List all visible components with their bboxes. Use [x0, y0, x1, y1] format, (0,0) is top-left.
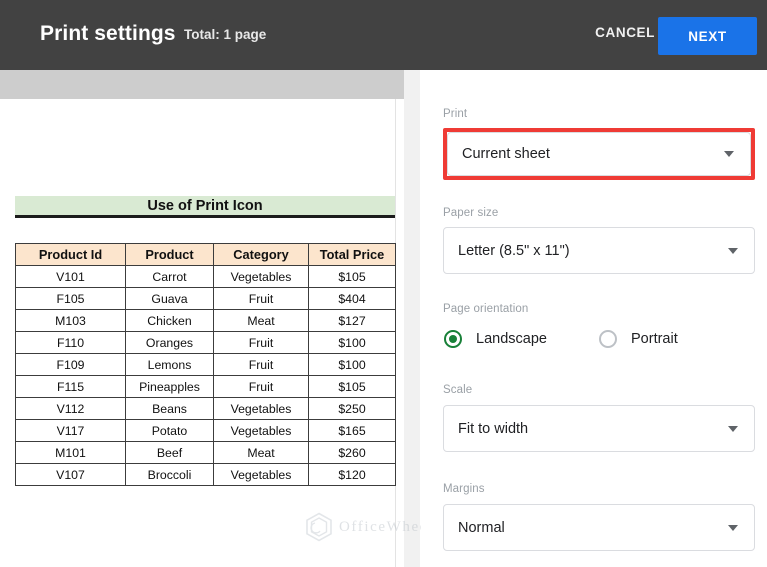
next-button[interactable]: NEXT	[658, 17, 757, 55]
table-row: F110 Oranges Fruit $100	[15, 331, 396, 354]
table-cell: Carrot	[125, 265, 214, 288]
table-cell: Beans	[125, 397, 214, 420]
table-cell: Pineapples	[125, 375, 214, 398]
table-row: F109 Lemons Fruit $100	[15, 353, 396, 376]
paper-size-label: Paper size	[443, 207, 499, 219]
table-cell: Fruit	[213, 287, 309, 310]
table-cell: F110	[15, 331, 126, 354]
table-cell: V101	[15, 265, 126, 288]
table-cell: Potato	[125, 419, 214, 442]
print-settings-dialog: Print settings Total: 1 page CANCEL NEXT…	[0, 0, 767, 567]
scale-value: Fit to width	[458, 420, 529, 437]
radio-landscape[interactable]: Landscape	[444, 330, 547, 348]
table-row: M103 Chicken Meat $127	[15, 309, 396, 332]
table-cell: $100	[308, 331, 396, 354]
table-cell: Oranges	[125, 331, 214, 354]
table-cell: V112	[15, 397, 126, 420]
print-label: Print	[443, 108, 468, 120]
radio-portrait-label: Portrait	[631, 331, 678, 347]
table-cell: F105	[15, 287, 126, 310]
margins-label: Margins	[443, 483, 485, 495]
table-cell: Chicken	[125, 309, 214, 332]
preview-scrollbar[interactable]	[404, 70, 420, 567]
table-cell: Vegetables	[213, 265, 309, 288]
table-cell: Broccoli	[125, 463, 214, 486]
radio-portrait[interactable]: Portrait	[599, 330, 678, 348]
table-cell: $100	[308, 353, 396, 376]
table-cell: Beef	[125, 441, 214, 464]
table-column-header: Category	[213, 243, 309, 266]
page-orientation-label: Page orientation	[443, 303, 529, 315]
table-row: V112 Beans Vegetables $250	[15, 397, 396, 420]
table-cell: $105	[308, 375, 396, 398]
table-row: V117 Potato Vegetables $165	[15, 419, 396, 442]
print-settings-panel: Print Current sheet Paper size Letter (8…	[421, 70, 767, 567]
preview-data-table: Product Id Product Category Total Price V10…	[15, 243, 396, 486]
table-row: F105 Guava Fruit $404	[15, 287, 396, 310]
print-select[interactable]: Current sheet	[447, 132, 751, 176]
table-row: V101 Carrot Vegetables $105	[15, 265, 396, 288]
table-cell: F109	[15, 353, 126, 376]
print-select-value: Current sheet	[462, 146, 550, 162]
paper-size-value: Letter (8.5" x 11")	[458, 242, 570, 259]
chevron-down-icon	[728, 425, 738, 432]
sheet-title: Use of Print Icon	[147, 197, 263, 214]
table-cell: Meat	[213, 309, 309, 332]
table-cell: M101	[15, 441, 126, 464]
table-cell: $120	[308, 463, 396, 486]
radio-portrait-button[interactable]	[599, 330, 617, 348]
table-cell: Guava	[125, 287, 214, 310]
table-row: V107 Broccoli Vegetables $120	[15, 463, 396, 486]
table-row: M101 Beef Meat $260	[15, 441, 396, 464]
table-cell: Vegetables	[213, 397, 309, 420]
cancel-button[interactable]: CANCEL	[595, 25, 655, 40]
table-column-header: Total Price	[308, 243, 396, 266]
chevron-down-icon	[724, 151, 734, 157]
chevron-down-icon	[728, 524, 738, 531]
table-header-row: Product Id Product Category Total Price	[15, 243, 396, 266]
table-cell: $404	[308, 287, 396, 310]
table-cell: Vegetables	[213, 463, 309, 486]
dialog-header: Print settings Total: 1 page CANCEL NEXT	[0, 0, 767, 70]
page-count-label: Total: 1 page	[184, 27, 267, 42]
table-cell: V107	[15, 463, 126, 486]
page-title: Print settings	[40, 22, 176, 45]
table-cell: Fruit	[213, 331, 309, 354]
table-cell: $127	[308, 309, 396, 332]
table-cell: Fruit	[213, 353, 309, 376]
table-cell: $250	[308, 397, 396, 420]
sheet-title-band: Use of Print Icon	[15, 196, 395, 218]
table-body: V101 Carrot Vegetables $105 F105 Guava Fruit $4…	[15, 265, 396, 486]
table-cell: Lemons	[125, 353, 214, 376]
table-cell: V117	[15, 419, 126, 442]
radio-landscape-label: Landscape	[476, 331, 547, 347]
paper-size-select[interactable]: Letter (8.5" x 11")	[443, 227, 755, 274]
preview-top-band	[0, 70, 404, 99]
table-cell: F115	[15, 375, 126, 398]
table-cell: $105	[308, 265, 396, 288]
table-column-header: Product	[125, 243, 214, 266]
table-row: F115 Pineapples Fruit $105	[15, 375, 396, 398]
scale-label: Scale	[443, 384, 473, 396]
table-column-header: Product Id	[15, 243, 126, 266]
table-cell: Meat	[213, 441, 309, 464]
margins-value: Normal	[458, 519, 505, 536]
margins-select[interactable]: Normal	[443, 504, 755, 551]
radio-landscape-button[interactable]	[444, 330, 462, 348]
table-cell: $260	[308, 441, 396, 464]
table-cell: Fruit	[213, 375, 309, 398]
table-cell: M103	[15, 309, 126, 332]
table-cell: $165	[308, 419, 396, 442]
scale-select[interactable]: Fit to width	[443, 405, 755, 452]
chevron-down-icon	[728, 247, 738, 254]
table-cell: Vegetables	[213, 419, 309, 442]
